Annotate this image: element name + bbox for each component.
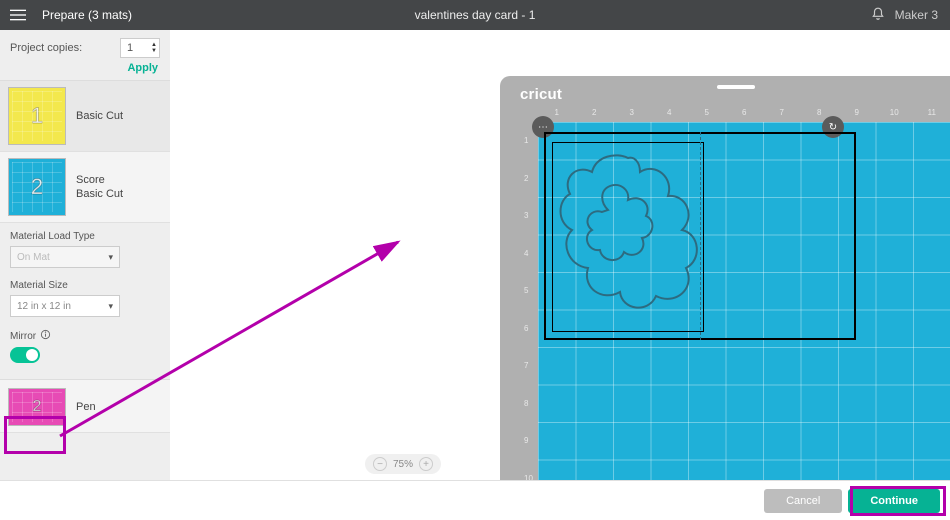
brand-logo: cricut xyxy=(520,86,562,103)
stepper-icon[interactable]: ▲▼ xyxy=(151,42,157,54)
apply-button[interactable]: Apply xyxy=(0,62,170,80)
zoom-level: 75% xyxy=(393,459,413,470)
mat-label: Basic Cut xyxy=(76,109,123,123)
load-type-select: On Mat▾ xyxy=(10,246,120,268)
cut-design[interactable] xyxy=(556,150,700,328)
mat-thumb-icon: 1 xyxy=(8,87,66,145)
mat-thumb-icon: 2 xyxy=(8,388,66,426)
mat-item-1[interactable]: 1 Basic Cut xyxy=(0,81,170,152)
mirror-toggle[interactable] xyxy=(10,347,40,363)
continue-button[interactable]: Continue xyxy=(848,489,940,513)
sidebar: Project copies: 1 ▲▼ Apply 1 Basic Cut 2… xyxy=(0,30,170,480)
copies-label: Project copies: xyxy=(10,42,82,54)
zoom-out-button[interactable]: − xyxy=(373,457,387,471)
top-bar: Prepare (3 mats) valentines day card - 1… xyxy=(0,0,950,30)
ruler-horizontal: 1234567891011 xyxy=(538,108,950,122)
size-label: Material Size xyxy=(10,280,160,291)
ruler-vertical: 12345678910 xyxy=(524,122,538,480)
footer: Cancel Continue xyxy=(0,480,950,520)
chevron-down-icon: ▾ xyxy=(108,301,113,312)
machine-label[interactable]: Maker 3 xyxy=(895,8,938,22)
mirror-label: Mirror xyxy=(10,331,36,342)
cancel-button[interactable]: Cancel xyxy=(764,489,842,513)
menu-icon[interactable] xyxy=(0,0,36,30)
cutting-mat: cricut 1234567891011 12345678910 2627282… xyxy=(500,76,950,480)
mat-item-3[interactable]: 2 Pen xyxy=(0,380,170,433)
size-select[interactable]: 12 in x 12 in▾ xyxy=(10,295,120,317)
copies-input[interactable]: 1 ▲▼ xyxy=(120,38,160,58)
info-icon[interactable] xyxy=(40,329,51,343)
fold-line xyxy=(700,132,701,340)
mat-label: Pen xyxy=(76,400,96,414)
zoom-control: − 75% + xyxy=(365,454,441,474)
project-name: valentines day card - 1 xyxy=(415,8,536,22)
page-title: Prepare (3 mats) xyxy=(36,8,132,22)
mat-thumb-icon: 2 xyxy=(8,158,66,216)
load-type-label: Material Load Type xyxy=(10,231,160,242)
canvas[interactable]: cricut 1234567891011 12345678910 2627282… xyxy=(170,30,950,480)
mat-label: Score Basic Cut xyxy=(76,173,123,202)
chevron-down-icon: ▾ xyxy=(108,252,113,263)
bell-icon[interactable] xyxy=(871,7,885,24)
zoom-in-button[interactable]: + xyxy=(419,457,433,471)
mat-item-2[interactable]: 2 Score Basic Cut xyxy=(0,152,170,223)
mat-tab-icon xyxy=(697,76,775,93)
